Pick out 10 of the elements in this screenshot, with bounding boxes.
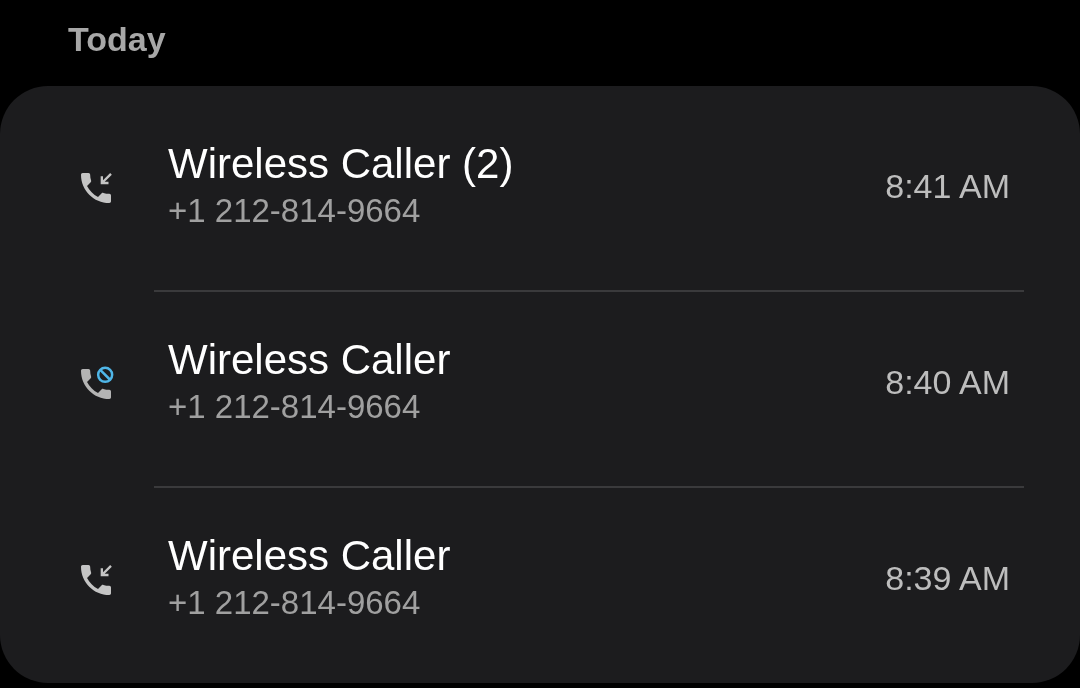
caller-name[interactable]: Wireless Caller (2) xyxy=(168,138,886,190)
phone-number: +1 212-814-9664 xyxy=(168,387,422,427)
section-title: Today xyxy=(68,19,166,59)
call-time: 8:40 AM xyxy=(885,362,1010,402)
phone-number: +1 212-814-9664 xyxy=(168,191,422,231)
call-time: 8:39 AM xyxy=(885,558,1010,598)
call-time: 8:41 AM xyxy=(885,166,1010,206)
phone-number: +1 212-814-9664 xyxy=(168,583,422,623)
caller-name[interactable]: Wireless Caller xyxy=(168,334,886,386)
caller-name[interactable]: Wireless Caller xyxy=(168,530,886,582)
